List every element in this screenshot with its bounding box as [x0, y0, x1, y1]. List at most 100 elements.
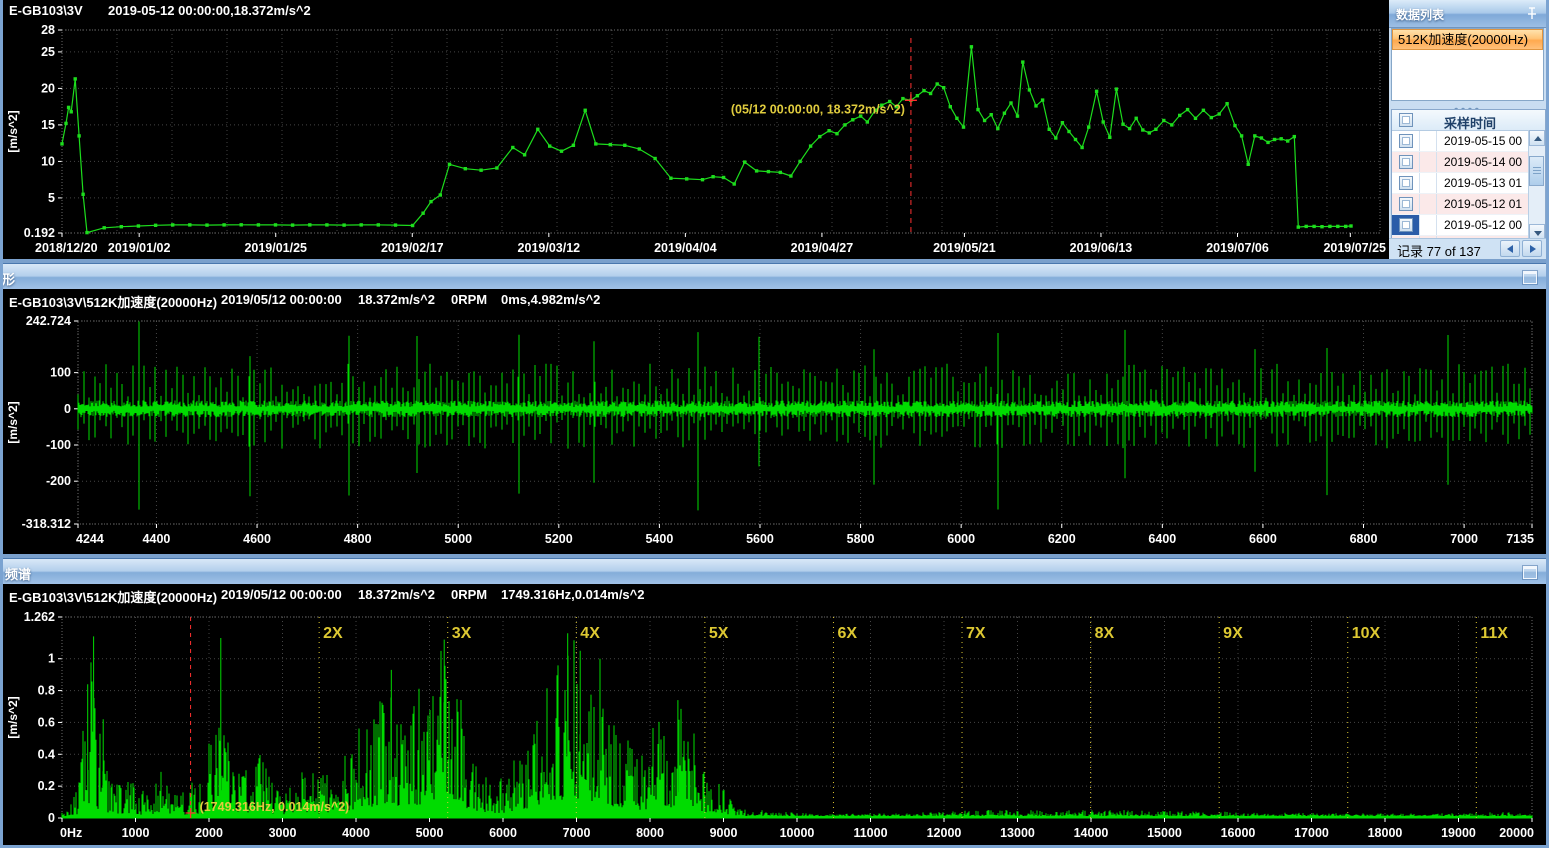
trend-data-marker	[1074, 138, 1077, 141]
trend-data-marker	[1102, 120, 1105, 123]
wave-xtick: 4244	[76, 532, 104, 546]
trend-data-marker	[325, 223, 328, 226]
trend-ytick: 28	[41, 23, 55, 37]
wave-xtick: 4600	[243, 532, 271, 546]
trend-data-marker	[1328, 225, 1331, 228]
spec-xtick: 17000	[1294, 826, 1329, 840]
spectrum-rpm: 0RPM	[451, 587, 487, 602]
trend-data-marker	[77, 134, 80, 137]
spec-xtick: 11000	[853, 826, 887, 840]
trend-header: E-GB103\3V 2019-05-12 00:00:00,18.372m/s…	[3, 0, 1386, 22]
trend-data-marker	[1162, 119, 1165, 122]
trend-data-marker	[240, 223, 243, 226]
spec-xtick: 6000	[489, 826, 517, 840]
trend-data-marker	[103, 226, 106, 229]
previous-record-button[interactable]	[1500, 240, 1520, 257]
trend-panel: E-GB103\3V 2019-05-12 00:00:00,18.372m/s…	[3, 0, 1386, 259]
channel-item-selected[interactable]: 512K加速度(20000Hz)	[1392, 29, 1543, 50]
trend-data-marker	[1210, 116, 1213, 119]
trend-data-marker	[429, 200, 432, 203]
plot-border	[78, 321, 1532, 524]
waveform-titlebar[interactable]: 波形	[3, 263, 1546, 290]
table-row[interactable]: 2019-05-15 00	[1392, 131, 1545, 152]
trend-data-marker	[767, 170, 770, 173]
row-checkbox[interactable]	[1399, 197, 1413, 211]
trend-data-marker	[584, 109, 587, 112]
pin-icon[interactable]	[1526, 6, 1538, 20]
trend-data-marker	[560, 150, 563, 153]
harmonic-label: 2X	[323, 625, 343, 642]
next-record-button[interactable]	[1522, 240, 1542, 257]
spec-ytick: 1.262	[24, 610, 55, 624]
spec-xtick: 2000	[195, 826, 223, 840]
trend-data-marker	[1320, 225, 1323, 228]
trend-data-marker	[308, 223, 311, 226]
trend-data-marker	[274, 223, 277, 226]
trend-data-marker	[394, 223, 397, 226]
trend-data-marker	[609, 143, 612, 146]
trend-data-marker	[722, 176, 725, 179]
panel-separator	[0, 554, 1549, 558]
row-checkbox[interactable]	[1399, 134, 1413, 148]
trend-data-marker	[411, 224, 414, 227]
waveform-rpm: 0RPM	[451, 292, 487, 307]
trend-data-marker	[257, 223, 260, 226]
spectrum-titlebar[interactable]: 频谱	[3, 558, 1546, 585]
trend-data-marker	[701, 178, 704, 181]
wave-xtick: 6400	[1148, 532, 1176, 546]
restore-window-icon[interactable]	[1523, 566, 1537, 579]
table-row[interactable]: 2019-05-14 00	[1392, 152, 1545, 173]
select-all-checkbox[interactable]	[1399, 113, 1413, 127]
row-checkbox[interactable]	[1399, 218, 1413, 232]
checkbox-inner	[1402, 158, 1410, 166]
trend-data-marker	[1095, 90, 1098, 93]
spec-ylabel: [m/s^2]	[6, 696, 20, 738]
scrollbar-thumb[interactable]	[1529, 156, 1544, 186]
trend-data-marker	[1273, 138, 1276, 141]
row-spacer-cell	[1419, 194, 1437, 214]
spec-xtick: 14000	[1074, 826, 1109, 840]
trend-data-marker	[936, 82, 939, 85]
window-frame	[0, 0, 3, 848]
waveform-chart[interactable]: 242.7241000-100-200-318.3124244440046004…	[3, 311, 1546, 554]
checkbox-inner	[1402, 137, 1410, 145]
trend-data-marker	[1247, 163, 1250, 166]
trend-data-marker	[1280, 137, 1283, 140]
wave-xtick: 6800	[1350, 532, 1378, 546]
trend-chart[interactable]: 282520151050.1922018/12/202019/01/022019…	[3, 22, 1386, 259]
spec-xtick: 20000	[1499, 826, 1534, 840]
trend-data-marker	[962, 125, 965, 128]
trend-data-marker	[439, 193, 442, 196]
spectrum-chart[interactable]: 1.26210.80.60.40.20[m/s^2]2X3X4X5X6X7X8X…	[3, 606, 1546, 848]
wave-xtick: 7135	[1506, 532, 1534, 546]
row-checkbox[interactable]	[1399, 176, 1413, 190]
table-row[interactable]: 2019-05-12 00	[1392, 215, 1545, 236]
spec-ytick: 0.6	[38, 715, 55, 729]
trend-data-marker	[421, 212, 424, 215]
sidebar-title: 数据列表	[1396, 6, 1444, 23]
table-row[interactable]: 2019-05-12 01	[1392, 194, 1545, 215]
row-checkbox[interactable]	[1399, 155, 1413, 169]
sample-time-value: 2019-05-12 00	[1444, 218, 1522, 232]
table-body: 2019-05-15 002019-05-14 002019-05-13 012…	[1392, 131, 1545, 241]
waveform-channel-path: E-GB103\3V\512K加速度(20000Hz)	[9, 292, 217, 311]
trend-data-marker	[377, 223, 380, 226]
trend-data-marker	[996, 127, 999, 130]
trend-data-marker	[464, 167, 467, 170]
table-scrollbar[interactable]	[1528, 130, 1545, 240]
trend-cursor-cross	[905, 94, 917, 106]
trend-data-marker	[479, 169, 482, 172]
spec-xtick: 15000	[1147, 826, 1182, 840]
wave-xtick: 4400	[143, 532, 171, 546]
table-header-row[interactable]: 采样时间	[1392, 110, 1545, 131]
restore-window-icon[interactable]	[1523, 271, 1537, 284]
trend-data-marker	[922, 89, 925, 92]
waveform-overall-value: 18.372m/s^2	[358, 292, 435, 307]
trend-data-marker	[1225, 102, 1228, 105]
sidebar-splitter[interactable]: ••••	[1389, 101, 1546, 109]
scroll-up-button[interactable]	[1529, 130, 1545, 146]
trend-data-marker	[1115, 87, 1118, 90]
harmonic-label: 7X	[966, 625, 986, 642]
thumb-grip	[1533, 173, 1541, 174]
table-row[interactable]: 2019-05-13 01	[1392, 173, 1545, 194]
